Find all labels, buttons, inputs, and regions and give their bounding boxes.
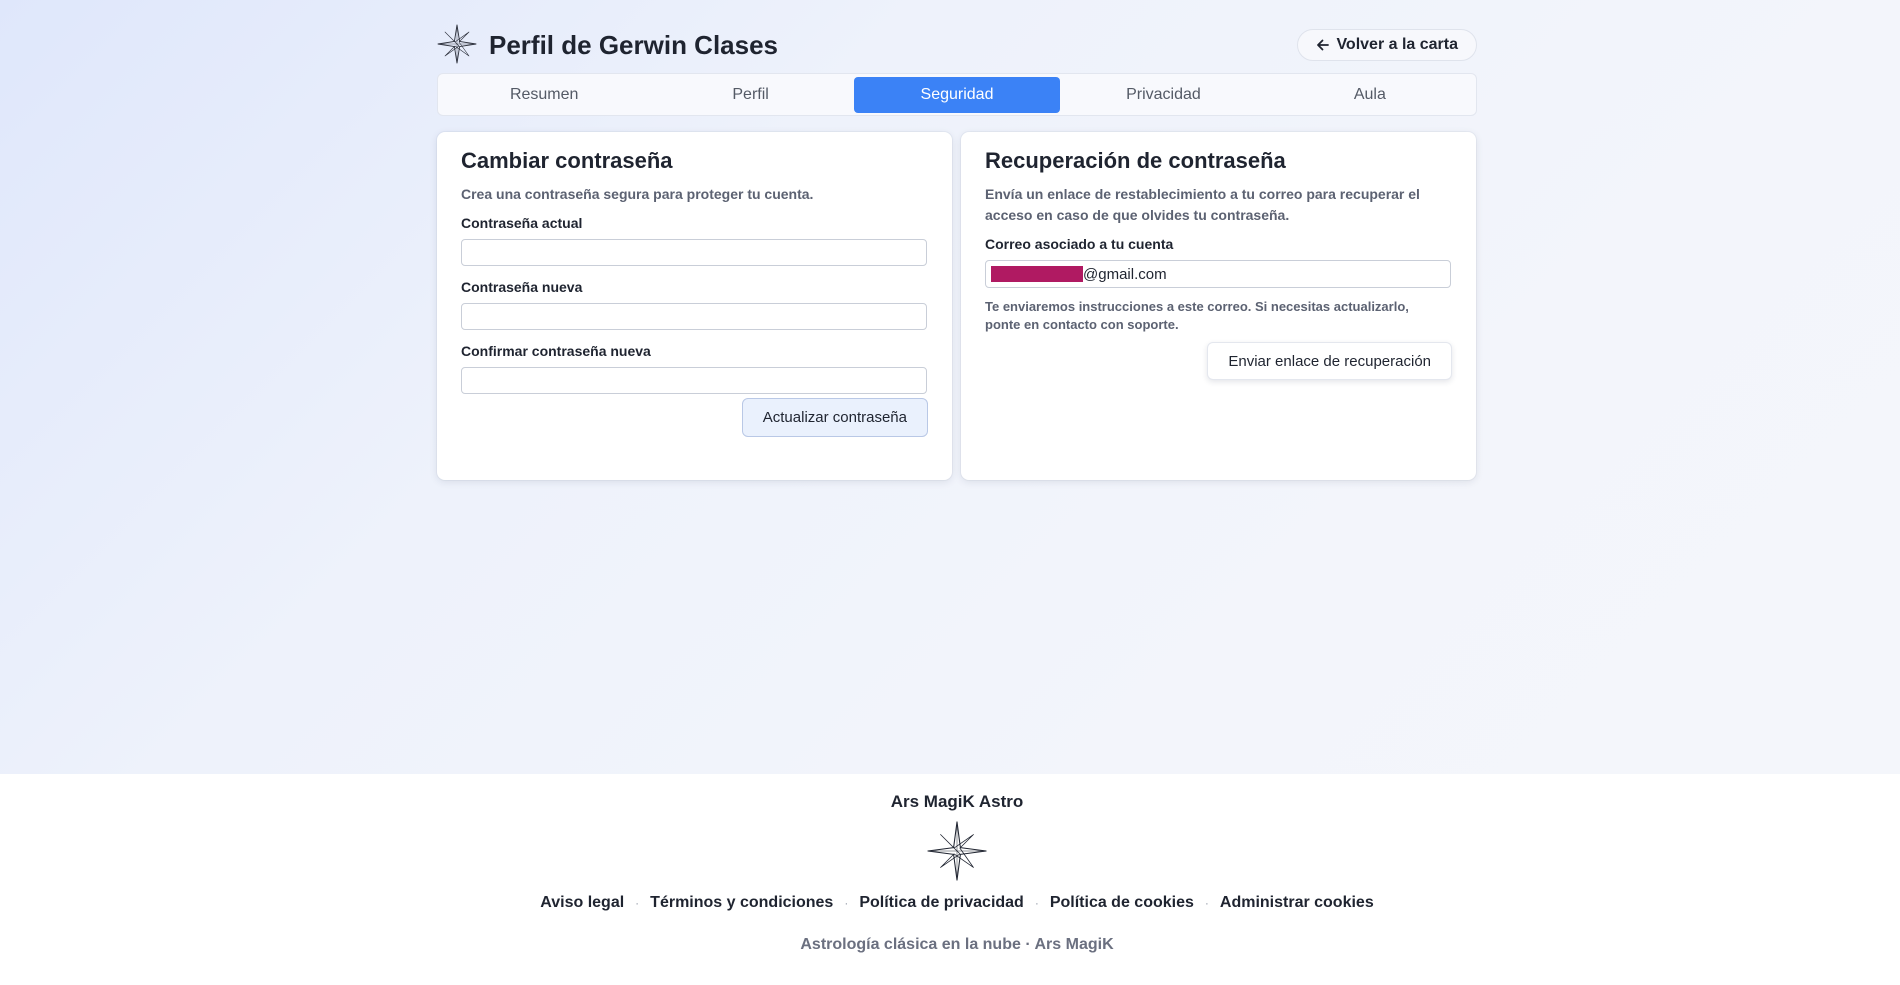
recovery-description-line2: acceso en caso de que olvides tu contras… [985, 207, 1290, 223]
recovery-email-field[interactable]: @gmail.com [985, 260, 1451, 288]
new-password-field[interactable] [461, 303, 927, 330]
page-title: Perfil de Gerwin Clases [489, 30, 779, 60]
tab-privacidad[interactable]: Privacidad [1060, 77, 1266, 113]
footer-separator: · [1204, 896, 1209, 910]
update-password-button[interactable]: Actualizar contraseña [741, 398, 928, 437]
new-password-label: Contraseña nueva [461, 279, 583, 295]
back-to-chart-button[interactable]: Volver a la carta [1297, 29, 1477, 61]
footer-link-privacidad[interactable]: Política de privacidad [859, 894, 1024, 912]
security-cards: Cambiar contraseña Crea una contraseña s… [437, 132, 1477, 480]
tab-resumen[interactable]: Resumen [441, 77, 647, 113]
footer-separator: · [1034, 896, 1039, 910]
footer-links: Aviso legal · Términos y condiciones · P… [0, 894, 1900, 912]
password-recovery-card: Recuperación de contraseña Envía un enla… [961, 132, 1476, 480]
email-redaction [991, 266, 1083, 282]
email-domain: @gmail.com [1083, 265, 1167, 283]
confirm-password-label: Confirmar contraseña nueva [461, 343, 651, 359]
current-password-field[interactable] [461, 239, 927, 266]
recovery-title: Recuperación de contraseña [985, 148, 1286, 173]
footer-separator: · [635, 896, 640, 910]
recovery-description-line1: Envía un enlace de restablecimiento a tu… [985, 186, 1420, 202]
footer-separator: · [844, 896, 849, 910]
back-button-label: Volver a la carta [1336, 36, 1458, 53]
footer-link-terminos[interactable]: Términos y condiciones [650, 894, 833, 912]
tab-seguridad[interactable]: Seguridad [853, 76, 1061, 113]
profile-container: Perfil de Gerwin Clases Volver a la cart… [437, 0, 1477, 480]
recovery-note: Te enviaremos instrucciones a este corre… [985, 298, 1452, 334]
footer-link-aviso-legal[interactable]: Aviso legal [540, 894, 624, 912]
recovery-email-label: Correo asociado a tu cuenta [985, 236, 1174, 252]
site-footer: Ars MagiK Astro Aviso legal · Términos y… [0, 774, 1900, 985]
footer-brand: Ars MagiK Astro [890, 792, 1024, 811]
compass-star-icon [437, 24, 477, 64]
current-password-label: Contraseña actual [461, 215, 583, 231]
change-password-title: Cambiar contraseña [461, 148, 673, 173]
compass-star-icon [927, 821, 987, 881]
tab-aula[interactable]: Aula [1267, 77, 1473, 113]
arrow-left-icon [1317, 39, 1330, 51]
footer-link-cookies[interactable]: Política de cookies [1050, 894, 1194, 912]
change-password-description: Crea una contraseña segura para proteger… [461, 186, 814, 202]
recovery-note-line2: ponte en contacto con soporte. [985, 317, 1179, 332]
recovery-description: Envía un enlace de restablecimiento a tu… [985, 184, 1452, 226]
recovery-note-line1: Te enviaremos instrucciones a este corre… [985, 299, 1409, 314]
profile-tabs: Resumen Perfil Seguridad Privacidad Aula [437, 73, 1477, 116]
tab-perfil[interactable]: Perfil [647, 77, 853, 113]
confirm-password-field[interactable] [461, 367, 927, 394]
change-password-card: Cambiar contraseña Crea una contraseña s… [437, 132, 952, 480]
send-recovery-link-button[interactable]: Enviar enlace de recuperación [1207, 342, 1452, 380]
footer-link-administrar-cookies[interactable]: Administrar cookies [1220, 894, 1374, 912]
footer-tagline: Astrología clásica en la nube · Ars Magi… [800, 936, 1114, 953]
